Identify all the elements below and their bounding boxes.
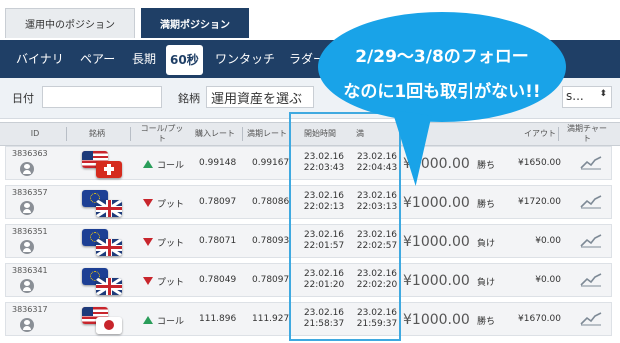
position-id: 3836317 xyxy=(12,305,48,314)
call-arrow-up-icon xyxy=(143,316,153,324)
position-id: 3836341 xyxy=(12,266,48,275)
currency-pair-flags xyxy=(82,229,122,257)
col-chart-line1: 満期チャー xyxy=(567,124,607,133)
nav-one-touch[interactable]: ワンタッチ xyxy=(215,40,275,78)
col-divider xyxy=(130,127,131,141)
flag-gb-icon xyxy=(96,278,122,295)
time-columns-highlight xyxy=(289,112,401,341)
trend-chart-icon[interactable] xyxy=(580,234,602,248)
expiry-rate: 0.78093 xyxy=(252,236,290,246)
payout-amount: ¥1650.00 xyxy=(518,158,561,168)
asset-select[interactable]: 運用資産を選ぶ xyxy=(206,86,314,108)
trend-chart-icon[interactable] xyxy=(580,156,602,170)
trend-chart-icon[interactable] xyxy=(580,195,602,209)
col-id: ID xyxy=(30,129,40,138)
direction-label: プット xyxy=(157,200,185,210)
tab-expired-positions[interactable]: 満期ポジション xyxy=(141,8,249,38)
direction-label: コール xyxy=(157,161,185,171)
col-call-put: コール/プッ ト xyxy=(136,124,188,144)
result-label: 勝ち xyxy=(477,200,496,210)
expiry-rate: 0.78097 xyxy=(252,275,290,285)
trend-chart-icon[interactable] xyxy=(580,273,602,287)
put-arrow-down-icon xyxy=(143,199,153,207)
user-avatar-icon xyxy=(20,162,34,176)
col-payout: イアウト xyxy=(524,129,556,138)
currency-pair-flags xyxy=(82,151,122,179)
callout-bubble xyxy=(318,12,566,122)
flag-gb-icon xyxy=(96,239,122,256)
col-divider xyxy=(558,127,559,141)
nav-long-term[interactable]: 長期 xyxy=(132,40,156,78)
chevron-updown-icon: ⬍ xyxy=(599,89,607,99)
secondary-select-value: s... xyxy=(566,89,584,103)
buy-rate: 0.78097 xyxy=(199,197,237,207)
callout-line-2: なのに1回も取引がない!! xyxy=(343,82,541,102)
secondary-select[interactable]: s... ⬍ xyxy=(562,86,612,108)
call-arrow-up-icon xyxy=(143,160,153,168)
currency-pair-flags xyxy=(82,307,122,335)
put-arrow-down-icon xyxy=(143,238,153,246)
put-arrow-down-icon xyxy=(143,277,153,285)
expiry-rate: 111.927 xyxy=(252,314,290,324)
payout-amount: ¥0.00 xyxy=(535,236,561,246)
nav-60-seconds[interactable]: 60秒 xyxy=(166,45,203,75)
asset-label: 銘柄 xyxy=(178,92,200,105)
flag-ch-icon xyxy=(96,161,122,178)
nav-pair[interactable]: ペアー xyxy=(80,40,115,78)
position-id: 3836357 xyxy=(12,188,48,197)
user-avatar-icon xyxy=(20,201,34,215)
buy-rate: 0.78071 xyxy=(199,236,237,246)
col-call-put-line2: ト xyxy=(158,134,166,143)
date-input[interactable] xyxy=(42,86,162,108)
position-id: 3836351 xyxy=(12,227,48,236)
col-exp-rate: 満期レート xyxy=(247,129,287,138)
currency-pair-flags xyxy=(82,190,122,218)
user-avatar-icon xyxy=(20,279,34,293)
user-avatar-icon xyxy=(20,318,34,332)
currency-pair-flags xyxy=(82,268,122,296)
position-id: 3836363 xyxy=(12,149,48,158)
col-call-put-line1: コール/プッ xyxy=(140,124,184,133)
col-chart: 満期チャー ト xyxy=(562,124,612,144)
flag-jp-icon xyxy=(96,317,122,334)
investment-amount: ¥1000.00 xyxy=(403,234,470,250)
callout-line-1: 2/29〜3/8のフォロー xyxy=(355,47,529,67)
result-label: 負け xyxy=(477,239,496,249)
buy-rate: 0.99148 xyxy=(199,158,237,168)
direction-label: プット xyxy=(157,278,185,288)
result-label: 勝ち xyxy=(477,317,496,327)
payout-amount: ¥1670.00 xyxy=(518,314,561,324)
expiry-rate: 0.78086 xyxy=(252,197,290,207)
result-label: 負け xyxy=(477,278,496,288)
tab-open-positions[interactable]: 運用中のポジション xyxy=(5,8,135,38)
buy-rate: 0.78049 xyxy=(199,275,237,285)
trend-chart-icon[interactable] xyxy=(580,312,602,326)
direction-label: プット xyxy=(157,239,185,249)
col-divider xyxy=(66,127,67,141)
investment-amount: ¥1000.00 xyxy=(403,312,470,328)
payout-amount: ¥1720.00 xyxy=(518,197,561,207)
investment-amount: ¥1000.00 xyxy=(403,273,470,289)
user-avatar-icon xyxy=(20,240,34,254)
col-symbol: 銘柄 xyxy=(89,129,105,138)
col-chart-line2: ト xyxy=(583,134,591,143)
date-label: 日付 xyxy=(12,92,34,105)
col-buy-rate: 購入レート xyxy=(195,129,235,138)
result-label: 勝ち xyxy=(477,161,496,171)
nav-binary[interactable]: バイナリ xyxy=(16,40,64,78)
buy-rate: 111.896 xyxy=(199,314,237,324)
investment-amount: ¥1000.00 xyxy=(403,195,470,211)
expiry-rate: 0.99167 xyxy=(252,158,290,168)
direction-label: コール xyxy=(157,317,185,327)
flag-gb-icon xyxy=(96,200,122,217)
payout-amount: ¥0.00 xyxy=(535,275,561,285)
